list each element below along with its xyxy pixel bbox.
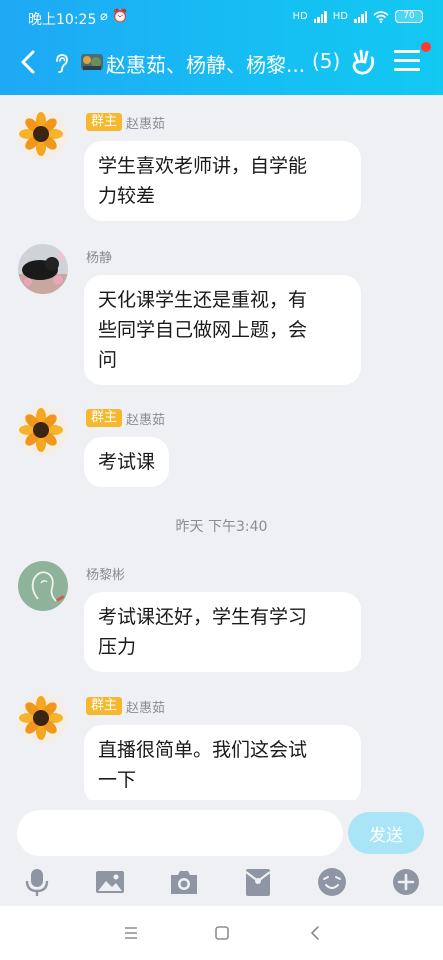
message-line: 天化课学生还是重视，有: [98, 289, 308, 311]
send-button[interactable]: 发送: [348, 812, 424, 854]
message-line: 些同学自己做网上题，会: [98, 319, 308, 341]
input-toolbar: [0, 864, 443, 904]
sender-name[interactable]: 赵惠茹: [126, 697, 165, 716]
cat-avatar-icon: [18, 244, 68, 294]
message-line: 考试课还好，学生有学习: [98, 606, 308, 628]
group-avatar-icon: [81, 54, 103, 70]
avatar[interactable]: [18, 561, 68, 611]
message-line: 问: [98, 349, 118, 371]
message-line: 力较差: [98, 185, 156, 207]
back-button[interactable]: [14, 46, 44, 78]
message-line: 一下: [98, 769, 137, 791]
owner-badge: 群主: [86, 113, 123, 131]
message-line: 学生喜欢老师讲，自学能: [98, 155, 308, 177]
hand-gesture-icon[interactable]: [350, 48, 376, 76]
status-bar: 晚上10:25 ⌀ ⏰ HD HD 70: [0, 0, 443, 36]
chat-title[interactable]: 赵惠茹、杨静、杨黎...: [106, 49, 305, 78]
network-label-2: HD: [332, 11, 348, 22]
avatar[interactable]: [18, 244, 68, 294]
message-meta: 群主 赵惠茹: [86, 408, 165, 428]
ear-icon[interactable]: [50, 52, 72, 74]
chat-list[interactable]: 群主 赵惠茹 学生喜欢老师讲，自学能 力较差 杨静 天化课学生还是重视，有 些同…: [0, 95, 443, 800]
sunflower-avatar-icon: [18, 110, 68, 160]
signal-icon-2: [354, 10, 367, 23]
notification-dot: [421, 42, 431, 52]
message-bubble[interactable]: 天化课学生还是重视，有 些同学自己做网上题，会 问: [84, 275, 361, 385]
input-area: 发送: [0, 800, 443, 906]
menu-icon[interactable]: [118, 920, 144, 946]
message-input[interactable]: [17, 810, 343, 856]
back-icon[interactable]: [302, 920, 328, 946]
status-time: 晚上10:25: [28, 12, 97, 28]
status-extra-icons: ⌀ ⏰: [100, 9, 129, 24]
message-bubble[interactable]: 考试课: [84, 437, 170, 487]
avatar[interactable]: [18, 406, 68, 456]
owner-badge: 群主: [86, 409, 123, 427]
message-bubble[interactable]: 学生喜欢老师讲，自学能 力较差: [84, 141, 361, 221]
sketch-avatar-icon: [18, 561, 68, 611]
emoji-icon[interactable]: [316, 866, 348, 898]
title-bar: 赵惠茹、杨静、杨黎... (5): [0, 36, 443, 90]
message-meta: 群主 赵惠茹: [86, 112, 165, 132]
sunflower-avatar-icon: [18, 406, 68, 456]
microphone-icon[interactable]: [21, 866, 53, 898]
avatar[interactable]: [18, 694, 68, 744]
network-label-1: HD: [292, 11, 308, 22]
timestamp: 昨天 下午3:40: [175, 519, 268, 535]
member-count: (5): [312, 49, 341, 73]
message-meta: 群主 赵惠茹: [86, 696, 165, 716]
message-bubble[interactable]: 直播很简单。我们这会试 一下: [84, 725, 361, 800]
sunflower-avatar-icon: [18, 694, 68, 744]
sender-name[interactable]: 杨黎彬: [86, 564, 125, 583]
sender-name[interactable]: 杨静: [86, 247, 112, 266]
home-icon[interactable]: [209, 920, 235, 946]
red-packet-icon[interactable]: [242, 866, 274, 898]
battery-icon: 70: [395, 10, 423, 23]
wifi-icon: [373, 10, 389, 23]
system-nav-bar: [0, 906, 443, 960]
owner-badge: 群主: [86, 697, 123, 715]
message-bubble[interactable]: 考试课还好，学生有学习 压力: [84, 592, 361, 672]
header: 晚上10:25 ⌀ ⏰ HD HD 70 赵惠茹、杨静、杨黎... (5): [0, 0, 443, 95]
sender-name[interactable]: 赵惠茹: [126, 409, 165, 428]
menu-button[interactable]: [394, 50, 420, 74]
message-line: 考试课: [98, 451, 156, 473]
sender-name[interactable]: 赵惠茹: [126, 113, 165, 132]
message-meta: 杨静: [86, 246, 112, 266]
camera-icon[interactable]: [168, 866, 200, 898]
message-meta: 杨黎彬: [86, 563, 125, 583]
status-right: HD HD 70: [293, 10, 423, 23]
image-icon[interactable]: [94, 866, 126, 898]
message-line: 直播很简单。我们这会试: [98, 739, 308, 761]
message-line: 压力: [98, 636, 137, 658]
signal-icon: [313, 10, 327, 23]
plus-icon[interactable]: [390, 866, 422, 898]
avatar[interactable]: [18, 110, 68, 160]
